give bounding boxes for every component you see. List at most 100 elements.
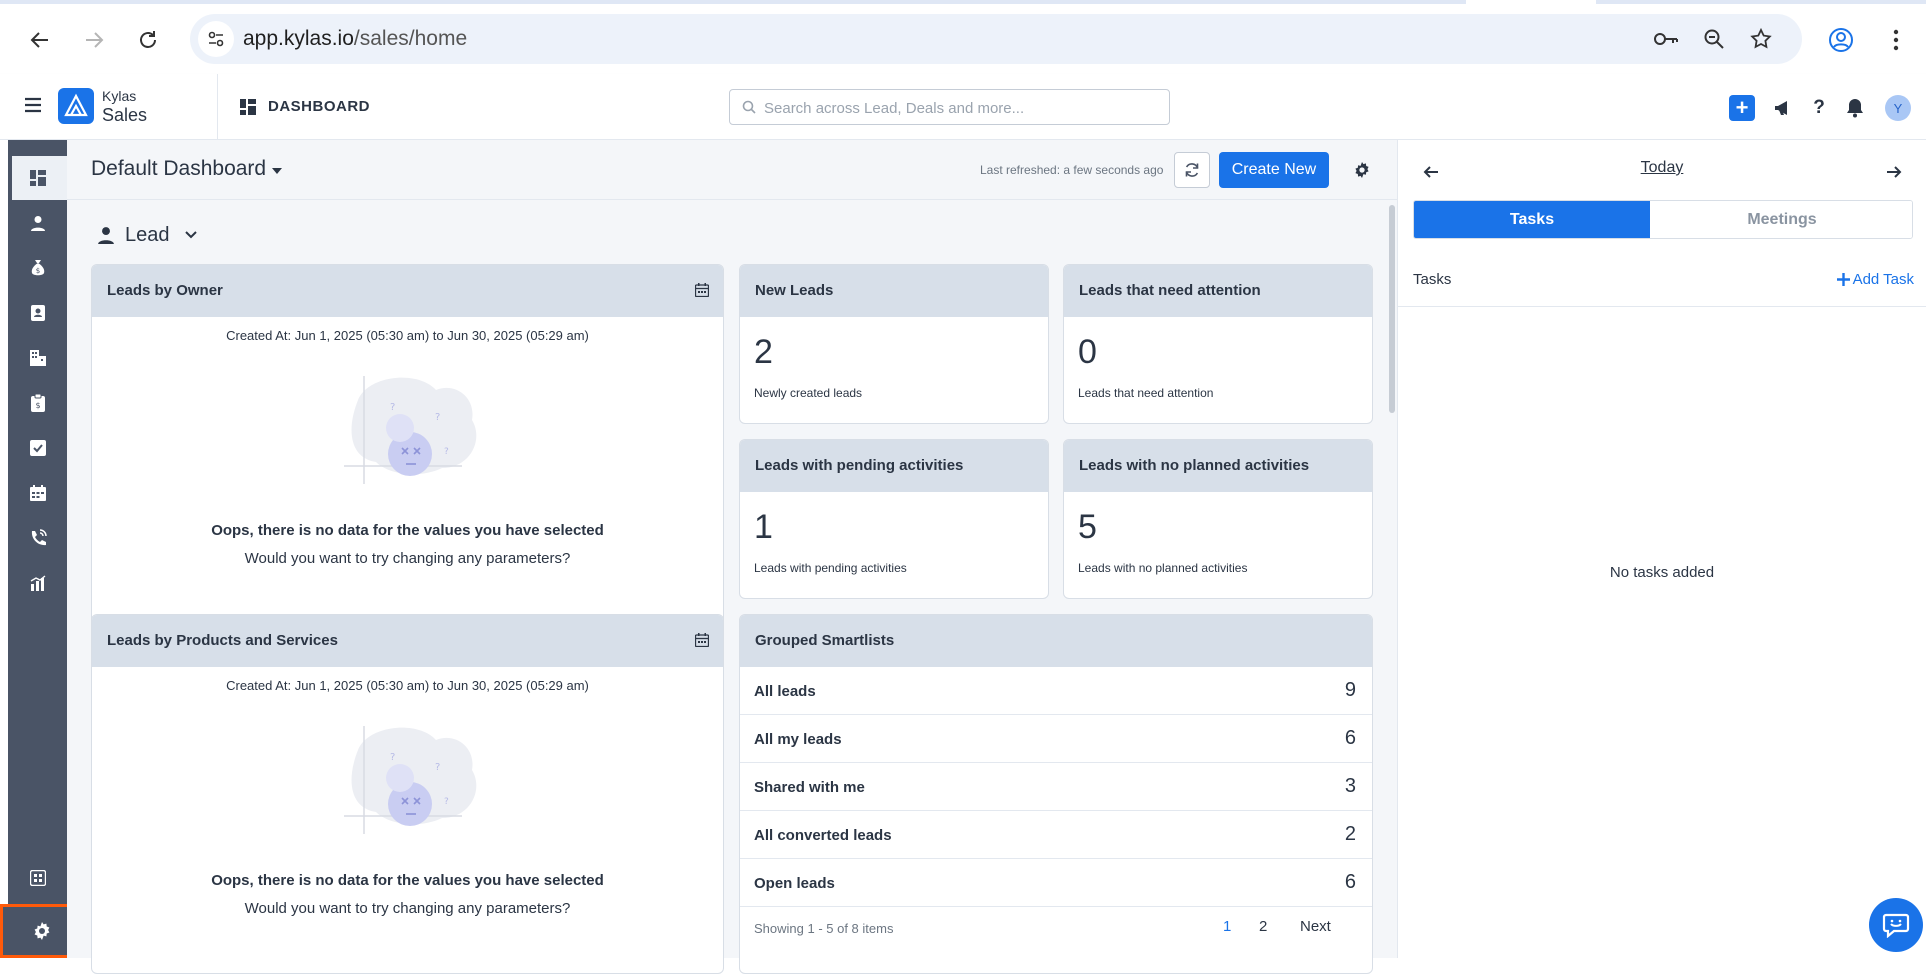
sidebar-item-apps[interactable] <box>8 856 67 900</box>
page-2-link[interactable]: 2 <box>1259 918 1267 935</box>
next-day-arrow-icon[interactable] <box>1884 162 1904 182</box>
quick-add-button[interactable]: + <box>1729 95 1755 121</box>
next-page-link[interactable]: Next <box>1300 918 1331 935</box>
no-data-illustration: ? ? ? <box>344 376 477 484</box>
refresh-button[interactable] <box>1174 152 1210 188</box>
tab-gap <box>1466 0 1596 4</box>
dashboard-main: Default Dashboard Last refreshed: a few … <box>67 140 1397 974</box>
svg-text:?: ? <box>435 412 440 423</box>
money-bag-icon: $ <box>31 260 44 276</box>
sidebar-item-quotes[interactable]: $ <box>8 381 67 425</box>
card-title: New Leads <box>755 282 834 299</box>
svg-text:?: ? <box>435 762 440 773</box>
no-data-hint: Would you want to try changing any param… <box>244 900 571 917</box>
plus-icon <box>1836 273 1850 286</box>
chat-bubble-icon <box>1882 913 1910 938</box>
sidebar-item-calls[interactable] <box>8 516 67 560</box>
global-search[interactable] <box>729 89 1170 125</box>
page-1-link[interactable]: 1 <box>1223 918 1231 935</box>
activity-tabs: Tasks Meetings <box>1413 200 1913 239</box>
smartlist-row[interactable]: All my leads 6 <box>740 715 1372 763</box>
back-arrow-icon[interactable] <box>22 22 58 58</box>
metric-caption: Leads with no planned activities <box>1078 561 1248 575</box>
card-header: Leads with no planned activities <box>1064 440 1372 492</box>
card-header: New Leads <box>740 265 1048 317</box>
reload-icon[interactable] <box>130 22 166 58</box>
calendar-icon[interactable] <box>695 283 709 297</box>
chevron-down-icon[interactable] <box>272 168 282 174</box>
smartlist-row[interactable]: All converted leads 2 <box>740 811 1372 859</box>
add-task-button[interactable]: Add Task <box>1836 271 1914 288</box>
smartlist-row[interactable]: All leads 9 <box>740 667 1372 715</box>
add-task-label: Add Task <box>1852 271 1914 288</box>
notification-bell-icon[interactable] <box>1842 95 1868 121</box>
card-new-leads[interactable]: New Leads 2 Newly created leads <box>739 264 1049 424</box>
card-no-planned-activities[interactable]: Leads with no planned activities 5 Leads… <box>1063 439 1373 599</box>
url-host: app.kylas.io <box>243 27 354 50</box>
smartlist-count: 2 <box>1344 823 1356 845</box>
url-text[interactable]: app.kylas.io/sales/home <box>243 27 467 51</box>
calendar-icon[interactable] <box>695 633 709 647</box>
address-bar[interactable]: app.kylas.io/sales/home <box>190 14 1802 64</box>
main-scrollbar[interactable] <box>1389 205 1395 413</box>
tab-tasks[interactable]: Tasks <box>1414 201 1650 238</box>
site-settings-icon[interactable] <box>198 21 234 57</box>
more-menu-icon[interactable] <box>1878 22 1914 58</box>
card-pending-activities[interactable]: Leads with pending activities 1 Leads wi… <box>739 439 1049 599</box>
gear-icon <box>34 922 49 940</box>
checkbox-icon <box>29 440 46 456</box>
sidebar-item-calendar[interactable] <box>8 471 67 515</box>
sidebar-item-contacts[interactable] <box>8 291 67 335</box>
smartlist-name[interactable]: All converted leads <box>754 827 892 844</box>
dashboard-selector[interactable]: Default Dashboard <box>91 157 266 181</box>
bookmark-star-icon[interactable] <box>1747 25 1775 53</box>
smartlist-name[interactable]: Shared with me <box>754 779 865 796</box>
zoom-icon[interactable] <box>1700 25 1728 53</box>
dashboard-settings-icon[interactable] <box>1352 160 1372 180</box>
smartlist-name[interactable]: All my leads <box>754 731 842 748</box>
key-icon[interactable] <box>1652 25 1680 53</box>
sidebar-item-companies[interactable] <box>8 336 67 380</box>
megaphone-icon[interactable] <box>1770 95 1796 121</box>
smartlist-name[interactable]: All leads <box>754 683 816 700</box>
smartlist-name[interactable]: Open leads <box>754 875 835 892</box>
forward-arrow-icon[interactable] <box>76 22 112 58</box>
dashboard-icon <box>240 99 256 115</box>
sidebar-item-reports[interactable] <box>8 561 67 605</box>
sidebar-item-deals[interactable]: $ <box>8 246 67 290</box>
browser-toolbar: app.kylas.io/sales/home <box>0 0 1926 74</box>
card-header: Leads by Products and Services <box>92 615 723 667</box>
card-title: Leads by Owner <box>107 282 223 299</box>
clipboard-icon: $ <box>30 394 45 412</box>
brand-name: Kylas <box>102 88 137 104</box>
section-label: Lead <box>125 223 170 246</box>
profile-icon[interactable] <box>1823 22 1859 58</box>
apps-grid-icon <box>29 870 46 886</box>
search-input[interactable] <box>764 96 1159 120</box>
kylas-logo <box>58 88 94 124</box>
hamburger-menu-icon[interactable] <box>24 96 46 118</box>
help-icon[interactable]: ? <box>1806 95 1832 121</box>
smartlist-row[interactable]: Shared with me 3 <box>740 763 1372 811</box>
chevron-down-icon <box>184 231 197 239</box>
card-header: Leads by Owner <box>92 265 723 317</box>
card-title: Leads with no planned activities <box>1079 457 1310 474</box>
user-avatar[interactable]: Y <box>1885 95 1911 121</box>
section-selector[interactable]: Lead <box>97 220 198 250</box>
card-title: Grouped Smartlists <box>755 632 895 649</box>
sidebar-item-leads[interactable] <box>8 201 67 245</box>
create-new-button[interactable]: Create New <box>1219 152 1329 188</box>
metric-caption: Leads with pending activities <box>754 561 907 575</box>
building-icon <box>29 350 46 366</box>
card-header: Leads that need attention <box>1064 265 1372 317</box>
date-picker-today[interactable]: Today <box>1398 159 1926 177</box>
support-chat-button[interactable] <box>1869 898 1923 952</box>
smartlist-row[interactable]: Open leads 6 <box>740 859 1372 907</box>
metric-value: 2 <box>754 333 773 371</box>
card-title: Leads by Products and Services <box>107 632 338 649</box>
card-need-attention[interactable]: Leads that need attention 0 Leads that n… <box>1063 264 1373 424</box>
sidebar-item-tasks[interactable] <box>8 426 67 470</box>
sidebar-item-dashboard[interactable] <box>8 156 67 200</box>
tab-meetings[interactable]: Meetings <box>1650 201 1912 238</box>
no-data-hint: Would you want to try changing any param… <box>244 550 571 567</box>
